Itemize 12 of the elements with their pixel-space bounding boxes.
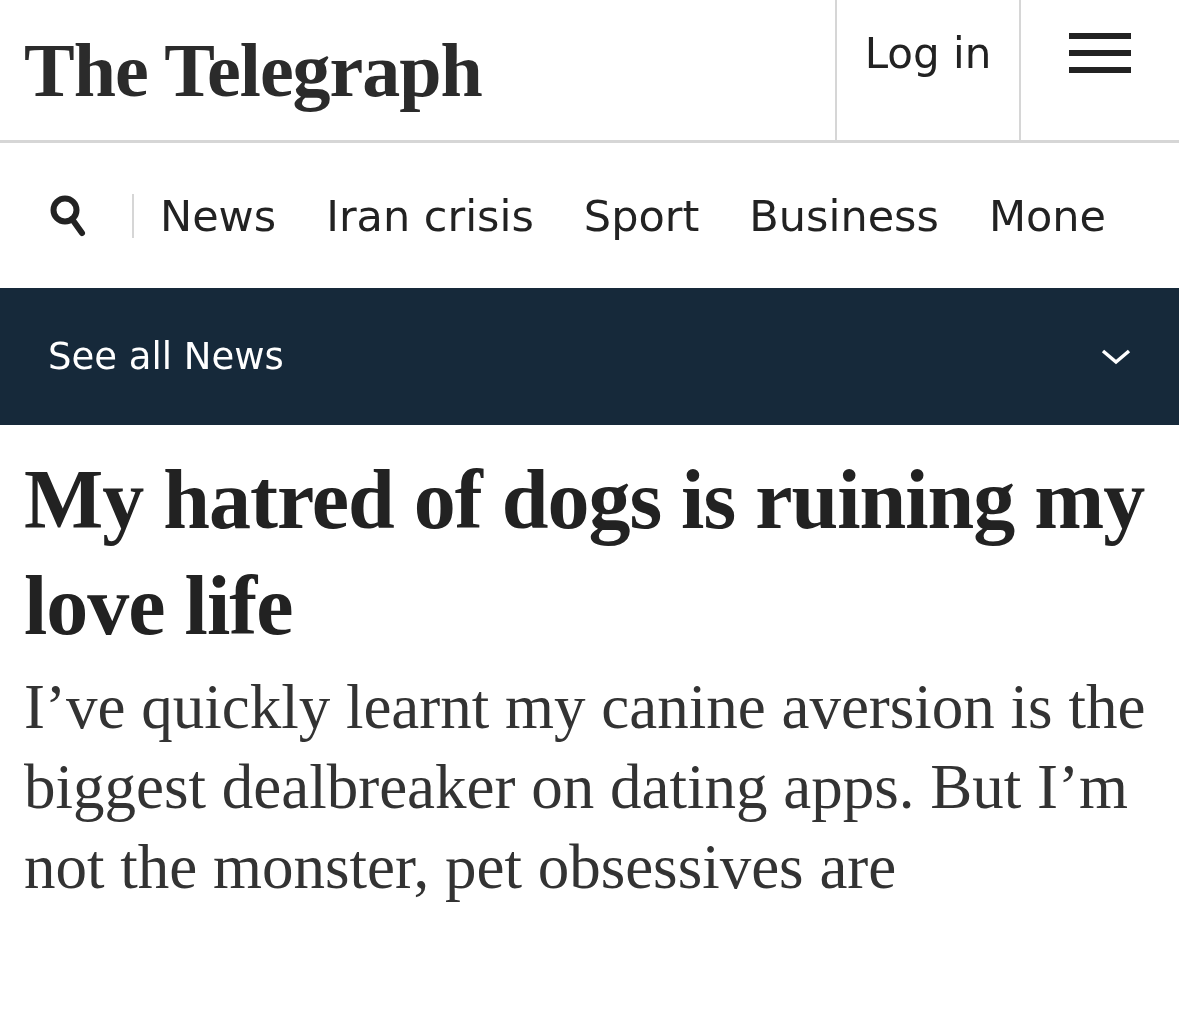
section-bar[interactable]: See all News	[0, 288, 1179, 425]
nav-link[interactable]: Sport	[583, 190, 700, 241]
nav-link[interactable]: News	[160, 190, 277, 241]
site-logo[interactable]: The Telegraph	[0, 26, 482, 114]
nav-link[interactable]: Mone	[988, 190, 1107, 241]
nav-link[interactable]: Business	[749, 190, 939, 241]
standfirst: I’ve quickly learnt my canine aversion is the biggest dealbreaker on dating apps. But I’m not the monster, pet obsessives are	[24, 671, 1147, 904]
headline: My hatred of dogs is ruining my love life	[24, 452, 1146, 654]
search-icon[interactable]	[50, 194, 86, 237]
nav-link[interactable]: Iran crisis	[326, 190, 534, 241]
section-label: See all News	[48, 335, 284, 378]
login-button[interactable]: Log in	[835, 0, 1021, 140]
